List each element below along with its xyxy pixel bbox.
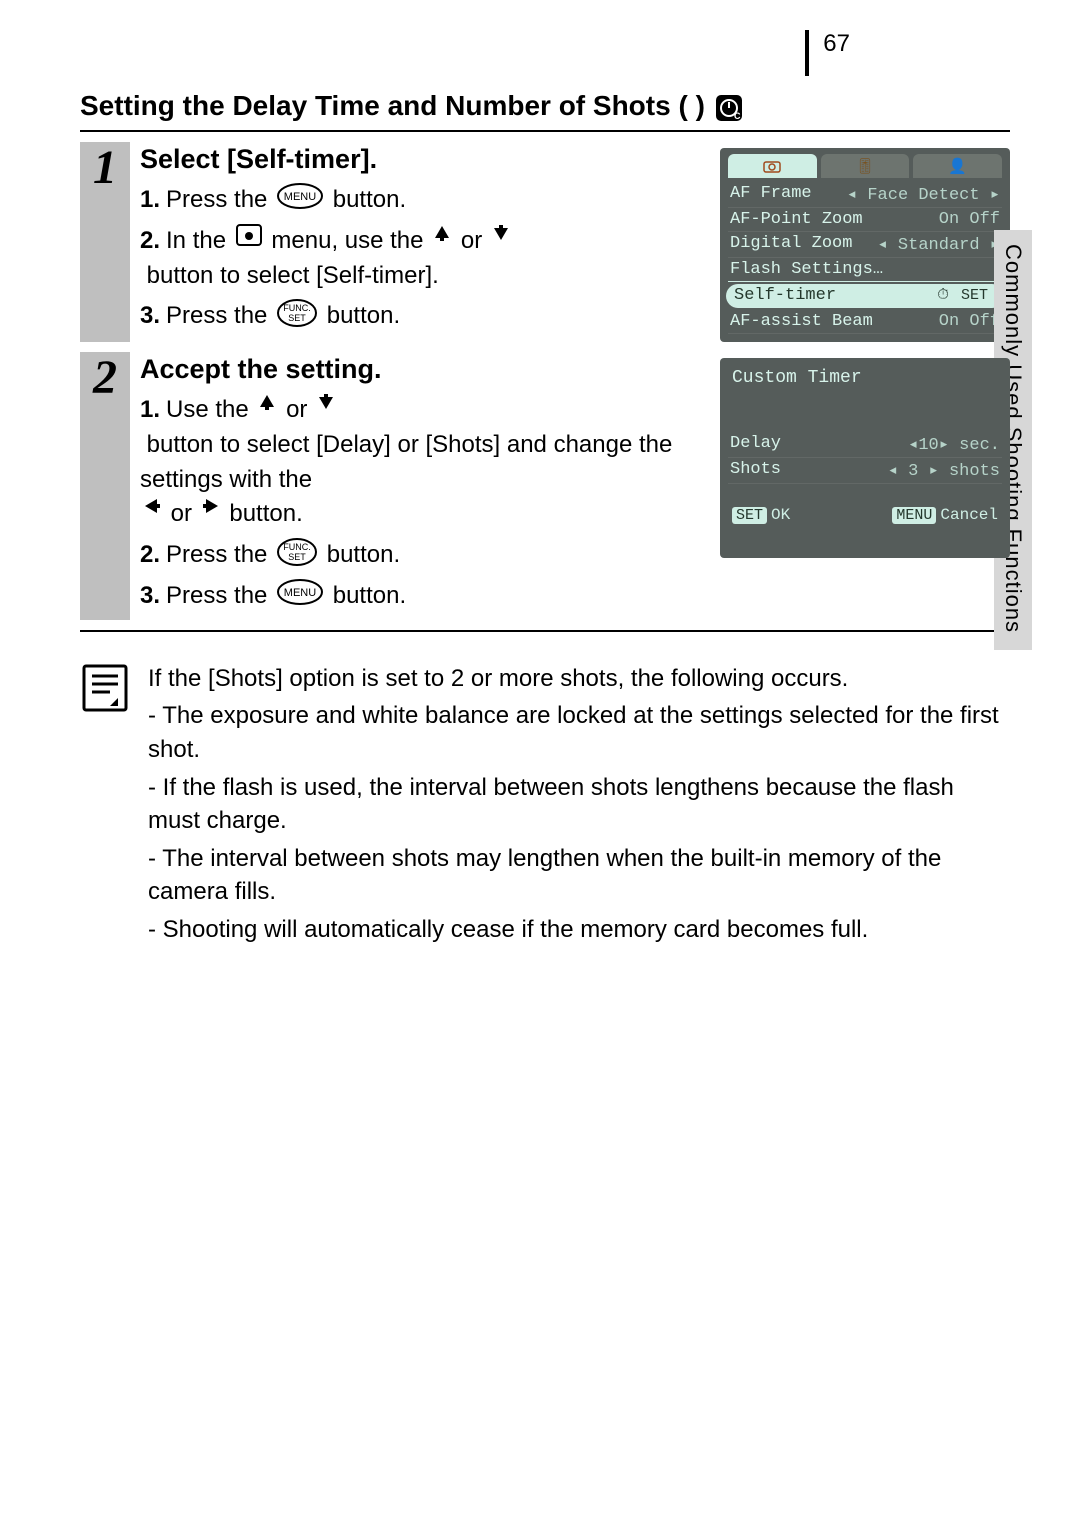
svg-text:SET: SET xyxy=(288,313,306,323)
svg-text:SET: SET xyxy=(288,552,306,562)
func-set-button-icon: FUNC.SET xyxy=(277,299,317,327)
note-bullet: - Shooting will automatically cease if t… xyxy=(148,913,1010,947)
lcd-row: Digital Zoom◂ Standard ▸ xyxy=(728,232,1002,258)
page-title: Setting the Delay Time and Number of Sho… xyxy=(80,90,1010,122)
step-2-sub-2: 2. Press the FUNC.SET button. xyxy=(140,538,710,573)
note-bullet: - The interval between shots may lengthe… xyxy=(148,842,1010,909)
note-bullet: - If the flash is used, the interval bet… xyxy=(148,771,1010,838)
step-1-sub-1: 1. Press the MENU button. xyxy=(140,183,710,218)
camera-menu-icon xyxy=(236,224,262,246)
lcd-tab-camera-icon xyxy=(728,154,817,178)
menu-button-icon: MENU xyxy=(277,579,323,605)
down-arrow-icon xyxy=(317,393,335,411)
down-arrow-icon xyxy=(492,224,510,242)
lcd-row: AF-Point ZoomOn Off xyxy=(728,208,1002,232)
section-rule xyxy=(80,630,1010,632)
lcd-tab-tools-icon: 🎚 xyxy=(821,154,910,178)
menu-button-icon: MENU xyxy=(277,183,323,209)
page-number: 67 xyxy=(805,30,850,76)
step-2-sub-1: 1. Use the or button to select [Delay] o… xyxy=(140,393,710,532)
step-2: 2 Accept the setting. 1. Use the or butt… xyxy=(80,352,1010,620)
lcd-row: AF-assist BeamOn Off xyxy=(728,310,1002,334)
custom-timer-mode-icon: C xyxy=(716,95,742,121)
lcd-foot-right: MENUCancel xyxy=(892,506,998,524)
step-1-sub-2: 2. In the menu, use the or button to sel… xyxy=(140,224,710,294)
lcd-row: Delay◂10▸ sec. xyxy=(728,432,1002,458)
svg-text:FUNC.: FUNC. xyxy=(283,303,311,313)
step-1: 1 Select [Self-timer]. 1. Press the MENU… xyxy=(80,142,1010,342)
step-2-sub-3: 3. Press the MENU button. xyxy=(140,579,710,614)
note-icon xyxy=(80,662,130,951)
note-intro: If the [Shots] option is set to 2 or mor… xyxy=(148,662,1010,696)
step-1-sub-3: 3. Press the FUNC.SET button. xyxy=(140,299,710,334)
lcd-screenshot-1: 🎚 👤 AF Frame◂ Face Detect ▸ AF-Point Zoo… xyxy=(720,148,1010,342)
func-set-button-icon: FUNC.SET xyxy=(277,538,317,566)
step-number: 2 xyxy=(80,352,130,620)
right-arrow-icon xyxy=(202,497,220,515)
svg-text:FUNC.: FUNC. xyxy=(283,542,311,552)
step-number: 1 xyxy=(80,142,130,342)
note-bullet: - The exposure and white balance are loc… xyxy=(148,699,1010,766)
step-1-heading: Select [Self-timer]. xyxy=(140,144,710,175)
lcd-screenshot-2: Custom Timer Delay◂10▸ sec. Shots◂ 3 ▸ s… xyxy=(720,358,1010,620)
svg-text:MENU: MENU xyxy=(284,587,316,599)
up-arrow-icon xyxy=(433,224,451,242)
lcd-row: Shots◂ 3 ▸ shots xyxy=(728,458,1002,484)
left-arrow-icon xyxy=(143,497,161,515)
timer-mode-icon: ⏱ xyxy=(933,286,953,304)
title-rule xyxy=(80,130,1010,132)
lcd-tab-person-icon: 👤 xyxy=(913,154,1002,178)
lcd-row-selected: Self-timer⏱SET xyxy=(726,284,1004,308)
up-arrow-icon xyxy=(258,393,276,411)
page-title-text: Setting the Delay Time and Number of Sho… xyxy=(80,90,705,121)
lcd-header: Custom Timer xyxy=(728,364,1002,402)
svg-text:MENU: MENU xyxy=(284,191,316,203)
lcd-row: Flash Settings… xyxy=(728,258,1002,282)
note-block: If the [Shots] option is set to 2 or mor… xyxy=(80,662,1010,951)
lcd-row: AF Frame◂ Face Detect ▸ xyxy=(728,182,1002,208)
lcd-foot-left: SETOK xyxy=(732,506,790,524)
step-2-heading: Accept the setting. xyxy=(140,354,710,385)
svg-text:C: C xyxy=(734,111,741,121)
